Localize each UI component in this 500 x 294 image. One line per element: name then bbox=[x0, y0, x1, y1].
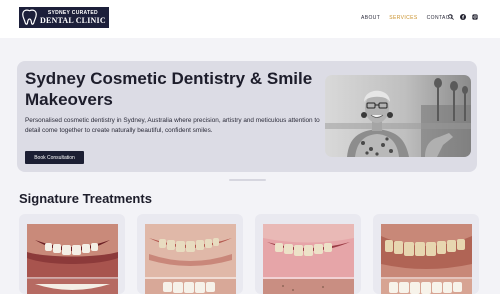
hero-section: Sydney Cosmetic Dentistry & Smile Makeov… bbox=[17, 61, 477, 172]
nav-about[interactable]: ABOUT bbox=[361, 15, 380, 21]
header-icons bbox=[448, 14, 478, 20]
section-divider bbox=[229, 179, 266, 181]
hero-title: Sydney Cosmetic Dentistry & Smile Makeov… bbox=[25, 69, 313, 109]
treatment-card[interactable] bbox=[137, 214, 243, 294]
smile-before-after-image bbox=[263, 224, 354, 294]
treatment-card[interactable] bbox=[19, 214, 125, 294]
book-consultation-button[interactable]: Book Consultation bbox=[25, 151, 84, 164]
nav-services[interactable]: SERVICES bbox=[389, 15, 417, 21]
smile-before-after-image bbox=[381, 224, 472, 294]
treatments-grid bbox=[19, 214, 481, 294]
smile-before-after-image bbox=[145, 224, 236, 294]
treatments-title: Signature Treatments bbox=[19, 191, 152, 206]
treatment-card[interactable] bbox=[255, 214, 361, 294]
main-nav: ABOUT SERVICES CONTACT bbox=[361, 15, 453, 21]
smile-before-after-image bbox=[27, 224, 118, 294]
logo-line-2: DENTAL CLINIC bbox=[40, 15, 106, 25]
clinic-logo[interactable]: SYDNEY CURATED DENTAL CLINIC bbox=[19, 7, 109, 28]
facebook-icon[interactable] bbox=[460, 14, 466, 20]
search-icon[interactable] bbox=[448, 14, 454, 20]
site-header: SYDNEY CURATED DENTAL CLINIC ABOUT SERVI… bbox=[0, 0, 500, 38]
tooth-icon bbox=[22, 9, 37, 25]
treatment-card[interactable] bbox=[373, 214, 479, 294]
logo-line-1: SYDNEY CURATED bbox=[47, 9, 98, 16]
instagram-icon[interactable] bbox=[472, 14, 478, 20]
hero-description: Personalised cosmetic dentistry in Sydne… bbox=[25, 117, 320, 134]
hero-photo bbox=[325, 75, 471, 157]
